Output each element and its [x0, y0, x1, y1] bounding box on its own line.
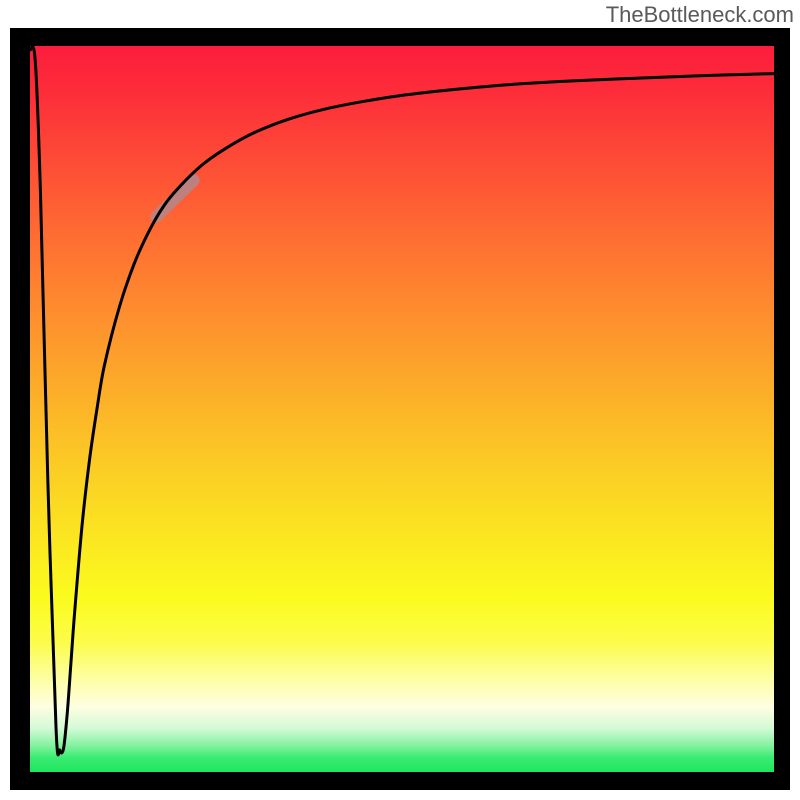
attribution-text: TheBottleneck.com	[606, 2, 794, 28]
plot-area	[30, 46, 774, 772]
chart-container: { "attribution": "TheBottleneck.com", "c…	[0, 0, 800, 800]
plot-frame	[10, 28, 790, 790]
bottleneck-curve	[30, 46, 774, 772]
